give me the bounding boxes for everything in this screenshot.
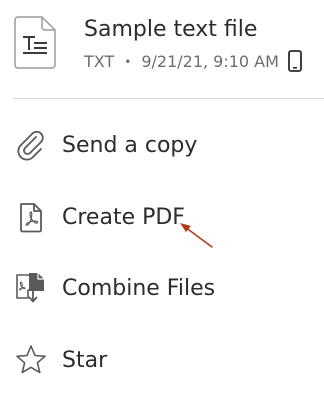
menu-item-star[interactable]: Star xyxy=(0,331,324,391)
menu-item-create-pdf[interactable]: Create PDF xyxy=(0,188,324,248)
meta-separator: • xyxy=(124,55,132,69)
header-divider xyxy=(13,98,324,99)
combine-files-icon xyxy=(16,273,44,303)
file-name: Sample text file xyxy=(84,17,258,42)
text-file-icon xyxy=(14,16,56,69)
file-date: 9/21/21, 9:10 AM xyxy=(141,52,279,71)
file-header: Sample text file TXT • 9/21/21, 9:10 AM xyxy=(0,0,324,98)
file-type: TXT xyxy=(84,52,115,71)
menu-item-label: Combine Files xyxy=(62,276,216,301)
paperclip-icon xyxy=(17,130,44,161)
menu-item-send-a-copy[interactable]: Send a copy xyxy=(0,116,324,176)
file-meta: TXT • 9/21/21, 9:10 AM xyxy=(84,51,279,73)
menu-item-label: Send a copy xyxy=(62,133,198,158)
pdf-file-icon xyxy=(20,203,42,233)
menu-item-label: Create PDF xyxy=(62,205,185,230)
star-icon xyxy=(16,345,46,374)
file-actions-sheet: Sample text file TXT • 9/21/21, 9:10 AM … xyxy=(0,0,324,398)
menu-item-label: Star xyxy=(62,348,108,373)
mobile-device-icon xyxy=(288,50,302,72)
menu-item-combine-files[interactable]: Combine Files xyxy=(0,259,324,319)
